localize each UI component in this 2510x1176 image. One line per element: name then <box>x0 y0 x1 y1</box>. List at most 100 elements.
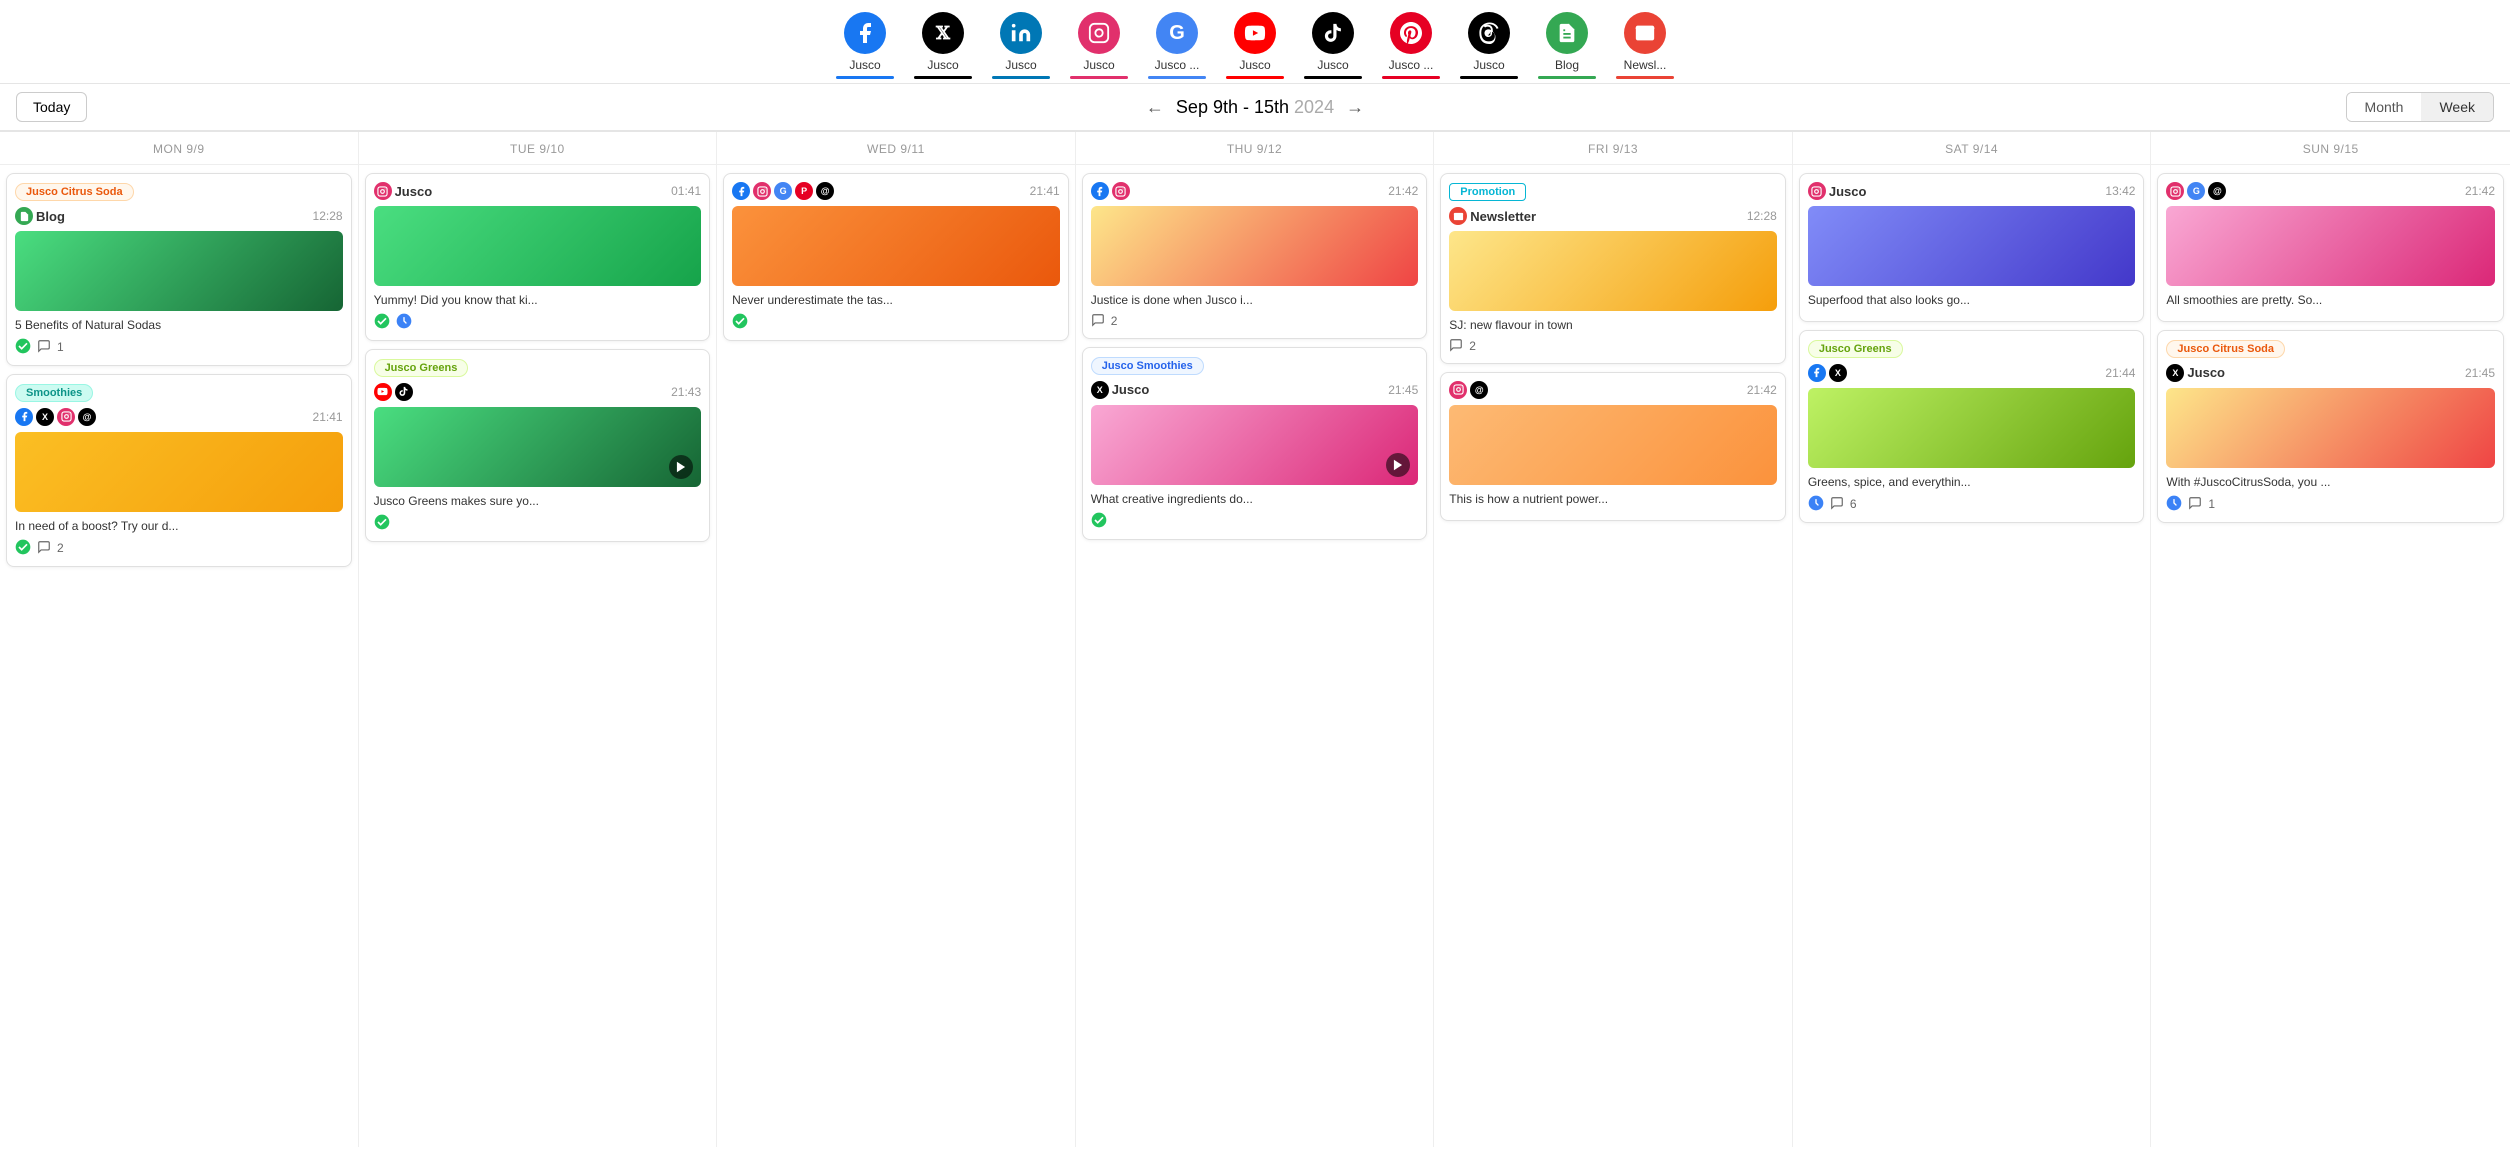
channel-underline-youtube <box>1226 76 1284 79</box>
channel-item-linkedin[interactable]: Jusco <box>986 8 1056 83</box>
social-icon-facebook <box>1808 364 1826 382</box>
prev-arrow[interactable]: ← <box>1146 97 1164 118</box>
channel-icon-instagram <box>1078 12 1120 54</box>
channel-icon-linkedin <box>1000 12 1042 54</box>
channel-item-youtube[interactable]: Jusco <box>1220 8 1290 83</box>
day-col-mon: MON 9/9Jusco Citrus SodaBlog12:285 Benef… <box>0 132 359 1147</box>
next-arrow[interactable]: → <box>1346 97 1364 118</box>
day-header-tue: TUE 9/10 <box>359 132 717 165</box>
card-mon-2[interactable]: SmoothiesX@21:41In need of a boost? Try … <box>6 374 352 567</box>
channel-item-tiktok[interactable]: Jusco <box>1298 8 1368 83</box>
day-header-thu: THU 9/12 <box>1076 132 1434 165</box>
card-footer <box>1091 512 1419 531</box>
card-sat-1[interactable]: Jusco13:42Superfood that also looks go..… <box>1799 173 2145 322</box>
card-account-name: Blog <box>36 209 65 224</box>
card-footer: 2 <box>15 539 343 558</box>
card-image <box>2166 206 2495 286</box>
card-time: 12:28 <box>1747 209 1777 223</box>
channel-item-blog[interactable]: Blog <box>1532 8 1602 83</box>
social-icon-instagram <box>57 408 75 426</box>
card-time: 21:42 <box>2465 184 2495 198</box>
card-time: 13:42 <box>2105 184 2135 198</box>
week-view-button[interactable]: Week <box>2421 93 2493 121</box>
card-footer: 1 <box>2166 495 2495 514</box>
card-sun-2[interactable]: Jusco Citrus SodaXJusco21:45With #JuscoC… <box>2157 330 2504 523</box>
date-range-title: ← Sep 9th - 15th 2024 → <box>1146 97 1364 118</box>
channel-label-tiktok: Jusco <box>1317 58 1348 72</box>
comment-count: 1 <box>57 340 64 354</box>
channel-item-facebook[interactable]: Jusco <box>830 8 900 83</box>
card-icons: XJusco <box>2166 364 2225 382</box>
card-mon-1[interactable]: Jusco Citrus SodaBlog12:285 Benefits of … <box>6 173 352 366</box>
card-fri-1[interactable]: PromotionNewsletter12:28SJ: new flavour … <box>1440 173 1786 364</box>
channel-icon-facebook <box>844 12 886 54</box>
card-sat-2[interactable]: Jusco GreensX21:44Greens, spice, and eve… <box>1799 330 2145 523</box>
card-text: Yummy! Did you know that ki... <box>374 292 702 309</box>
card-image <box>15 231 343 311</box>
card-text: 5 Benefits of Natural Sodas <box>15 317 343 334</box>
view-toggle: Month Week <box>2346 92 2494 122</box>
comment-icon <box>37 339 51 356</box>
social-icon-tiktok <box>395 383 413 401</box>
card-icons: GP@ <box>732 182 834 200</box>
card-tag: Smoothies <box>15 384 93 402</box>
card-image <box>374 206 702 286</box>
social-icon-x: X <box>1091 381 1109 399</box>
social-icon-newsletter <box>1449 207 1467 225</box>
month-view-button[interactable]: Month <box>2347 93 2422 121</box>
channel-underline-newsletter <box>1616 76 1674 79</box>
channel-label-threads: Jusco <box>1473 58 1504 72</box>
social-icon-facebook <box>15 408 33 426</box>
card-text: Jusco Greens makes sure yo... <box>374 493 702 510</box>
channel-item-pinterest[interactable]: Jusco ... <box>1376 8 1446 83</box>
check-icon <box>374 514 390 533</box>
channel-item-instagram[interactable]: Jusco <box>1064 8 1134 83</box>
comment-icon <box>1091 313 1105 330</box>
day-content-sat: Jusco13:42Superfood that also looks go..… <box>1793 165 2151 531</box>
card-time: 21:41 <box>313 410 343 424</box>
card-image <box>1449 405 1777 485</box>
channel-icon-newsletter <box>1624 12 1666 54</box>
social-icon-x: X <box>1829 364 1847 382</box>
day-content-sun: G@21:42All smoothies are pretty. So...Ju… <box>2151 165 2510 531</box>
card-promo-tag: Promotion <box>1449 183 1526 201</box>
day-header-sun: SUN 9/15 <box>2151 132 2510 165</box>
comment-icon <box>37 540 51 557</box>
card-thu-1[interactable]: 21:42Justice is done when Jusco i...2 <box>1082 173 1428 339</box>
video-overlay-icon <box>669 455 693 479</box>
card-icons: Newsletter <box>1449 207 1536 225</box>
day-col-fri: FRI 9/13PromotionNewsletter12:28SJ: new … <box>1434 132 1793 1147</box>
card-thu-2[interactable]: Jusco SmoothiesXJusco21:45What creative … <box>1082 347 1428 540</box>
day-col-tue: TUE 9/10 Jusco01:41Yummy! Did you know th… <box>359 132 718 1147</box>
card-time: 21:45 <box>1388 383 1418 397</box>
social-icon-threads: @ <box>816 182 834 200</box>
channel-item-newsletter[interactable]: Newsl... <box>1610 8 1680 83</box>
date-range-text: Sep 9th - 15th 2024 <box>1176 97 1334 118</box>
card-time: 12:28 <box>313 209 343 223</box>
card-image <box>1091 405 1419 485</box>
day-content-thu: 21:42Justice is done when Jusco i...2Jus… <box>1076 165 1434 548</box>
card-header: XJusco21:45 <box>2166 364 2495 382</box>
channel-item-threads[interactable]: Jusco <box>1454 8 1524 83</box>
channel-item-x[interactable]: 𝕏Jusco <box>908 8 978 83</box>
channel-label-youtube: Jusco <box>1239 58 1270 72</box>
comment-count: 2 <box>57 541 64 555</box>
card-time: 21:44 <box>2105 366 2135 380</box>
card-time: 21:43 <box>671 385 701 399</box>
card-tue-1[interactable]: Jusco01:41Yummy! Did you know that ki... <box>365 173 711 341</box>
card-wed-1[interactable]: GP@21:41Never underestimate the tas... <box>723 173 1069 341</box>
social-icon-facebook <box>732 182 750 200</box>
comment-count: 1 <box>2208 497 2215 511</box>
card-icons <box>1091 182 1130 200</box>
card-header: GP@21:41 <box>732 182 1060 200</box>
channel-icon-blog <box>1546 12 1588 54</box>
channel-bar: Jusco𝕏JuscoJuscoJuscoGJusco ...JuscoJusc… <box>0 0 2510 84</box>
today-button[interactable]: Today <box>16 92 87 122</box>
channel-item-google[interactable]: GJusco ... <box>1142 8 1212 83</box>
channel-underline-threads <box>1460 76 1518 79</box>
card-tue-2[interactable]: Jusco Greens21:43Jusco Greens makes sure… <box>365 349 711 542</box>
card-sun-1[interactable]: G@21:42All smoothies are pretty. So... <box>2157 173 2504 322</box>
channel-underline-linkedin <box>992 76 1050 79</box>
card-fri-2[interactable]: @21:42This is how a nutrient power... <box>1440 372 1786 521</box>
card-text: Justice is done when Jusco i... <box>1091 292 1419 309</box>
